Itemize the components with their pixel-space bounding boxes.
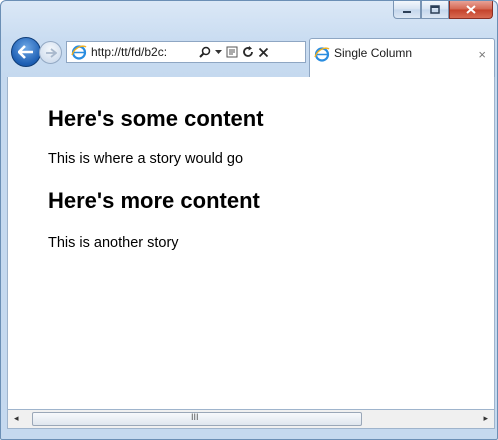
internet-explorer-icon (71, 45, 87, 60)
close-window-button[interactable] (449, 1, 493, 19)
scrollbar-thumb[interactable]: III (32, 412, 362, 426)
back-arrow-icon (18, 45, 33, 59)
scroll-right-arrow-icon[interactable]: ▸ (483, 413, 488, 424)
close-icon (466, 5, 476, 14)
refresh-icon[interactable] (242, 46, 254, 58)
compatibility-view-icon[interactable] (226, 46, 238, 58)
minimize-icon (403, 10, 411, 13)
tab-single-column[interactable]: Single Column × (309, 38, 495, 77)
stop-icon[interactable] (258, 47, 269, 58)
navigation-bar: http://tt/fd/b2c: Single Column × (1, 35, 497, 77)
address-tools (199, 46, 269, 58)
minimize-button[interactable] (393, 1, 421, 19)
browser-window: http://tt/fd/b2c: Single Column × Here's… (0, 0, 498, 440)
caption-buttons (393, 1, 493, 19)
tab-title: Single Column (334, 46, 413, 60)
horizontal-scrollbar[interactable]: ◂ III ▸ (7, 409, 495, 429)
page-content: Here's some content This is where a stor… (7, 77, 495, 409)
maximize-icon (430, 5, 440, 14)
scrollbar-grip: III (191, 412, 199, 422)
address-url[interactable]: http://tt/fd/b2c: (91, 45, 191, 59)
forward-arrow-icon (45, 47, 57, 58)
tab-favicon-icon (314, 47, 330, 62)
dropdown-icon[interactable] (215, 49, 222, 55)
content-heading: Here's more content (48, 188, 260, 213)
content-paragraph: This is where a story would go (48, 151, 244, 167)
content-heading: Here's some content (48, 106, 264, 131)
maximize-button[interactable] (421, 1, 449, 19)
title-bar (1, 1, 497, 35)
back-button[interactable] (11, 37, 41, 67)
tab-close-icon[interactable]: × (478, 47, 486, 62)
search-icon[interactable] (199, 46, 211, 58)
content-paragraph: This is another story (48, 235, 179, 251)
scroll-left-arrow-icon[interactable]: ◂ (14, 413, 19, 424)
forward-button[interactable] (39, 41, 62, 64)
address-bar[interactable]: http://tt/fd/b2c: (66, 41, 306, 63)
